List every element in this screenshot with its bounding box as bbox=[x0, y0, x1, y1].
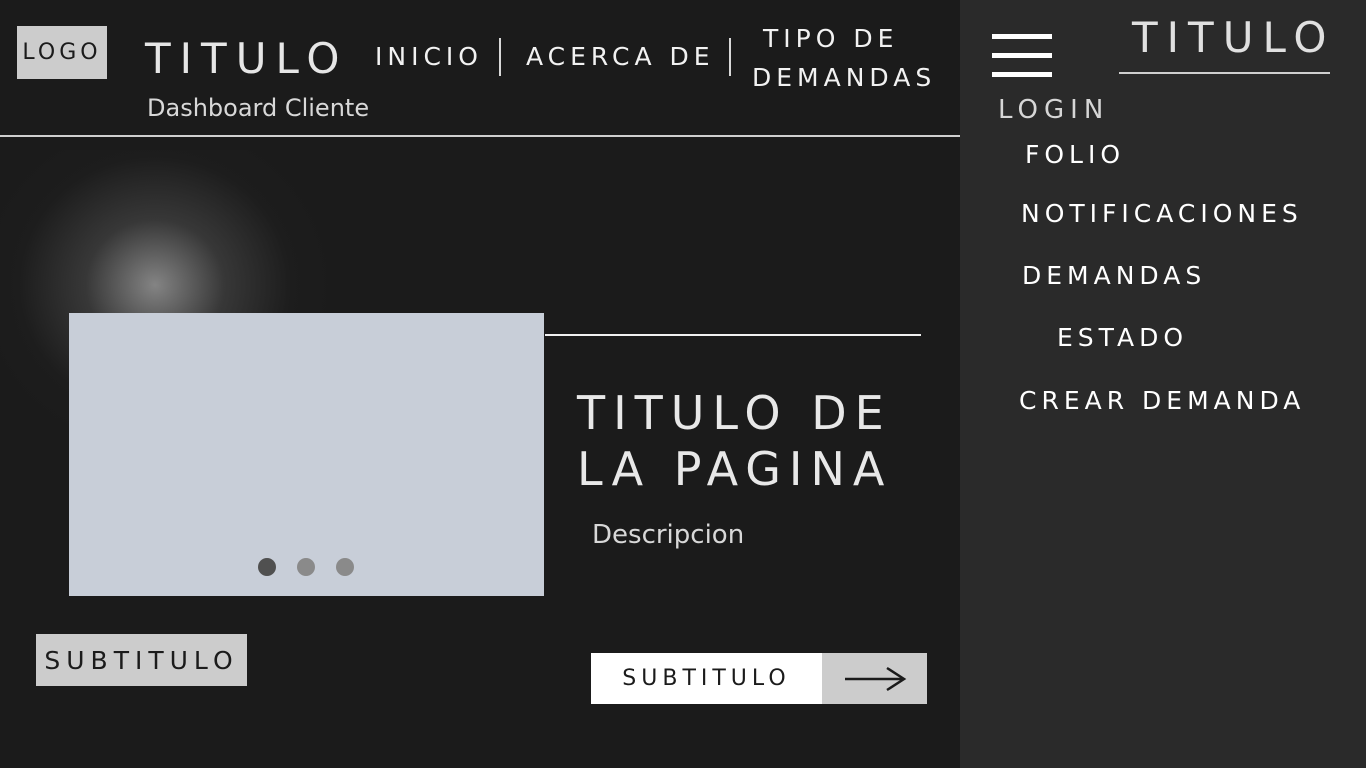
hero-divider bbox=[545, 334, 921, 336]
nav-acerca-de[interactable]: ACERCA DE bbox=[526, 42, 715, 71]
sidebar-item-demandas[interactable]: DEMANDAS bbox=[1022, 261, 1206, 290]
nav-separator bbox=[729, 38, 731, 76]
sidebar-item-notificaciones[interactable]: NOTIFICACIONES bbox=[1021, 199, 1303, 228]
subtitle-button[interactable]: SUBTITULO bbox=[36, 634, 247, 686]
main-area: LOGO TITULO Dashboard Cliente INICIO ACE… bbox=[0, 0, 960, 768]
sidebar-title-underline bbox=[1119, 72, 1330, 74]
sidebar-title: TITULO bbox=[1132, 13, 1336, 62]
page-description: Descripcion bbox=[592, 520, 745, 550]
carousel-dot-1[interactable] bbox=[258, 558, 276, 576]
sidebar-item-crear-demanda[interactable]: CREAR DEMANDA bbox=[1019, 386, 1305, 415]
subtitle-button-label: SUBTITULO bbox=[591, 653, 822, 704]
nav-tipo-line1: TIPO DE bbox=[763, 24, 899, 53]
hamburger-icon[interactable] bbox=[992, 34, 1052, 78]
nav-separator bbox=[499, 38, 501, 76]
site-title: TITULO bbox=[145, 34, 349, 83]
logo[interactable]: LOGO bbox=[17, 26, 107, 79]
sidebar-item-folio[interactable]: FOLIO bbox=[1025, 140, 1125, 169]
nav-inicio[interactable]: INICIO bbox=[375, 42, 483, 71]
page-title-line1: TITULO DE bbox=[577, 386, 892, 440]
carousel-dot-2[interactable] bbox=[297, 558, 315, 576]
subtitle-arrow-button[interactable]: SUBTITULO bbox=[591, 653, 927, 704]
image-carousel[interactable] bbox=[69, 313, 544, 596]
page-title: TITULO DE LA PAGINA bbox=[577, 385, 892, 497]
nav-tipo-line2: DEMANDAS bbox=[752, 63, 937, 92]
sidebar-item-estado[interactable]: ESTADO bbox=[1057, 323, 1188, 352]
header-divider bbox=[0, 135, 960, 137]
login-link[interactable]: LOGIN bbox=[998, 95, 1109, 125]
page-title-line2: LA PAGINA bbox=[577, 442, 893, 496]
site-subtitle: Dashboard Cliente bbox=[147, 94, 370, 122]
arrow-right-icon bbox=[822, 653, 927, 704]
carousel-dot-3[interactable] bbox=[336, 558, 354, 576]
